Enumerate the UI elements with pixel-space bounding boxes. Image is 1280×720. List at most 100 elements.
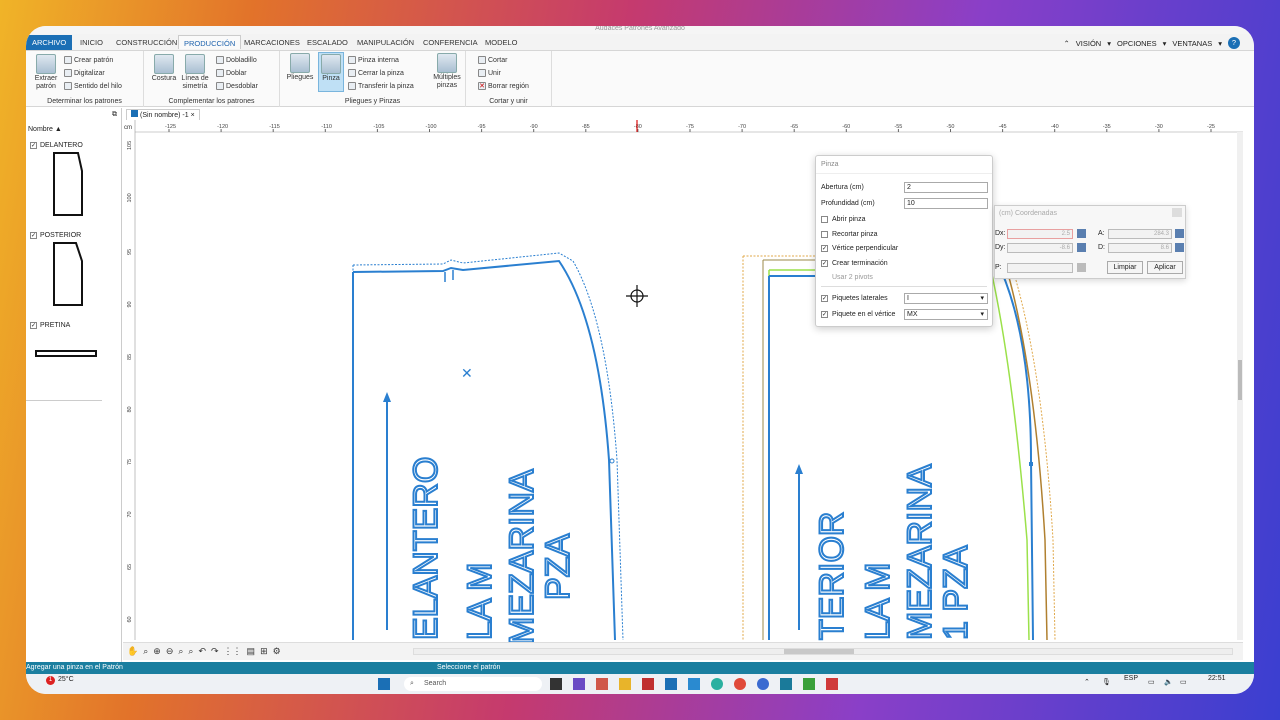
d-input[interactable]: 8.6 [1108, 243, 1172, 253]
tools-icon[interactable]: ⚙ [273, 646, 281, 657]
costura-button[interactable]: Costura [150, 54, 178, 83]
recortar-pinza-checkbox[interactable] [821, 231, 828, 238]
piquete-vertice-checkbox[interactable]: ✓ [821, 311, 828, 318]
tab-inicio[interactable]: INICIO [80, 37, 103, 51]
unir-button[interactable]: Unir [478, 69, 501, 77]
piece-delantero[interactable]: ✓ DELANTERO [30, 142, 120, 221]
aplicar-button[interactable]: Aplicar [1147, 261, 1183, 274]
digitalizar-button[interactable]: Digitalizar [64, 69, 105, 77]
horizontal-scroll-thumb[interactable] [784, 649, 854, 654]
tab-escalado[interactable]: ESCALADO [307, 37, 348, 51]
d-lock-icon[interactable] [1175, 243, 1184, 252]
cerrar-pinza-button[interactable]: Cerrar la pinza [348, 69, 404, 77]
tab-ventanas[interactable]: VENTANAS [1172, 39, 1212, 48]
dx-lock-icon[interactable] [1077, 229, 1086, 238]
a-input[interactable]: 284.3 [1108, 229, 1172, 239]
dy-input[interactable]: -8.6 [1007, 243, 1073, 253]
tray-chevron-icon[interactable]: ⌃ [1084, 678, 1090, 686]
taskbar-search[interactable]: ⌕ Search [404, 677, 542, 691]
windows-start-icon[interactable] [378, 678, 390, 690]
profundidad-input[interactable]: 10 [904, 198, 988, 209]
p-input[interactable] [1007, 263, 1073, 273]
mic-icon[interactable]: 🎙 [1102, 678, 1111, 686]
horizontal-scrollbar[interactable] [413, 648, 1233, 655]
crear-terminacion-checkbox[interactable]: ✓ [821, 260, 828, 267]
a-lock-icon[interactable] [1175, 229, 1184, 238]
crear-terminacion-option[interactable]: ✓ Crear terminación [821, 260, 888, 267]
posterior-checkbox[interactable]: ✓ [30, 232, 37, 239]
p-lock-icon[interactable] [1077, 263, 1086, 272]
abrir-pinza-option[interactable]: Abrir pinza [821, 216, 865, 223]
dx-input[interactable]: 2.5 [1007, 229, 1073, 239]
piquete-vertice-option[interactable]: ✓ Piquete en el vértice [821, 311, 895, 318]
extraer-patron-button[interactable]: Extraer patrón [30, 54, 62, 91]
zoom-area-icon[interactable]: ⌕ [188, 646, 193, 657]
document-tab[interactable]: (Sin nombre) -1 × [126, 109, 200, 120]
grid-icon[interactable]: ⋮⋮ [224, 646, 242, 657]
piquetes-laterales-option[interactable]: ✓ Piquetes laterales [821, 295, 888, 302]
tab-manipulacion[interactable]: MANIPULACIÓN [357, 37, 414, 51]
tab-opciones[interactable]: OPCIONES [1117, 39, 1157, 48]
vertice-perpendicular-option[interactable]: ✓ Vértice perpendicular [821, 245, 898, 252]
usar-2-pivots-label[interactable]: Usar 2 pivots [832, 274, 873, 281]
taskview-icon[interactable] [550, 678, 562, 690]
zoom-fit-icon[interactable]: ⌕ [178, 646, 183, 657]
cortar-button[interactable]: Cortar [478, 56, 507, 64]
battery-icon[interactable]: ▭ [1180, 678, 1187, 686]
excel-icon[interactable] [803, 678, 815, 690]
piece-posterior[interactable]: ✓ POSTERIOR [30, 232, 120, 311]
audaces-icon[interactable] [780, 678, 792, 690]
measure-icon[interactable]: ⊞ [260, 646, 268, 657]
multiples-pinzas-button[interactable]: Múltiples pinzas [430, 53, 464, 90]
copilot-icon[interactable] [596, 678, 608, 690]
collapse-icon[interactable]: ⌃ [1064, 39, 1070, 48]
tab-conferencia[interactable]: CONFERENCIA [423, 37, 478, 51]
desdoblar-button[interactable]: Desdoblar [216, 82, 258, 90]
tab-marcaciones[interactable]: MARCACIONES [244, 37, 300, 51]
network-icon[interactable]: ▭ [1148, 678, 1155, 686]
crear-patron-button[interactable]: Crear patrón [64, 56, 113, 64]
delantero-checkbox[interactable]: ✓ [30, 142, 37, 149]
abertura-input[interactable]: 2 [904, 182, 988, 193]
piece-pretina[interactable]: ✓ PRETINA [30, 322, 120, 371]
pin-icon[interactable]: ⧉ [112, 111, 117, 119]
weather-temp[interactable]: 25°C [58, 676, 74, 683]
tab-construccion[interactable]: CONSTRUCCIÓN [116, 37, 177, 51]
pan-icon[interactable]: ✋ [127, 646, 138, 657]
undo-view-icon[interactable]: ↶ [198, 646, 206, 657]
abrir-pinza-checkbox[interactable] [821, 216, 828, 223]
teams-icon[interactable] [573, 678, 585, 690]
volume-icon[interactable]: 🔈 [1164, 678, 1173, 686]
limpiar-button[interactable]: Limpiar [1107, 261, 1143, 274]
borrar-region-button[interactable]: ✕ Borrar región [478, 82, 529, 90]
layers-icon[interactable]: ▤ [247, 646, 256, 657]
piquetes-select[interactable]: I ▾ [904, 293, 988, 304]
chrome-profile-icon[interactable] [757, 678, 769, 690]
store-icon[interactable] [665, 678, 677, 690]
coordenadas-close-icon[interactable] [1172, 208, 1182, 217]
sort-by-name[interactable]: Nombre ▲ [28, 126, 62, 133]
app-icon[interactable] [642, 678, 654, 690]
pliegues-button[interactable]: Pliegues [284, 53, 316, 82]
clock[interactable]: 22:51 [1208, 675, 1226, 682]
edge-icon[interactable] [711, 678, 723, 690]
tab-modelo[interactable]: MODELO [485, 37, 518, 51]
tab-archivo[interactable]: ARCHIVO [26, 35, 73, 50]
transferir-pinza-button[interactable]: Transferir la pinza [348, 82, 414, 90]
weather-alert-icon[interactable]: 1 [46, 676, 55, 685]
mail-icon[interactable] [688, 678, 700, 690]
tab-vision[interactable]: VISIÓN [1076, 39, 1101, 48]
close-tab-icon[interactable]: × [191, 112, 195, 119]
piquete-vertice-select[interactable]: MX ▾ [904, 309, 988, 320]
pinza-interna-button[interactable]: Pinza interna [348, 56, 399, 64]
zoom-icon[interactable]: ⌕ [143, 646, 148, 657]
chrome-icon[interactable] [734, 678, 746, 690]
tab-produccion[interactable]: PRODUCCIÓN [178, 35, 242, 49]
pinza-button[interactable]: Pinza [318, 52, 344, 92]
dy-lock-icon[interactable] [1077, 243, 1086, 252]
redo-view-icon[interactable]: ↷ [211, 646, 219, 657]
language-indicator[interactable]: ESP [1124, 675, 1138, 682]
zoom-out-icon[interactable]: ⊖ [166, 646, 174, 657]
pattern-canvas[interactable]: -125 -120 -115 -110 -105 -100 -95 -90 -85 -80 -75-… [123, 120, 1243, 675]
pretina-checkbox[interactable]: ✓ [30, 322, 37, 329]
